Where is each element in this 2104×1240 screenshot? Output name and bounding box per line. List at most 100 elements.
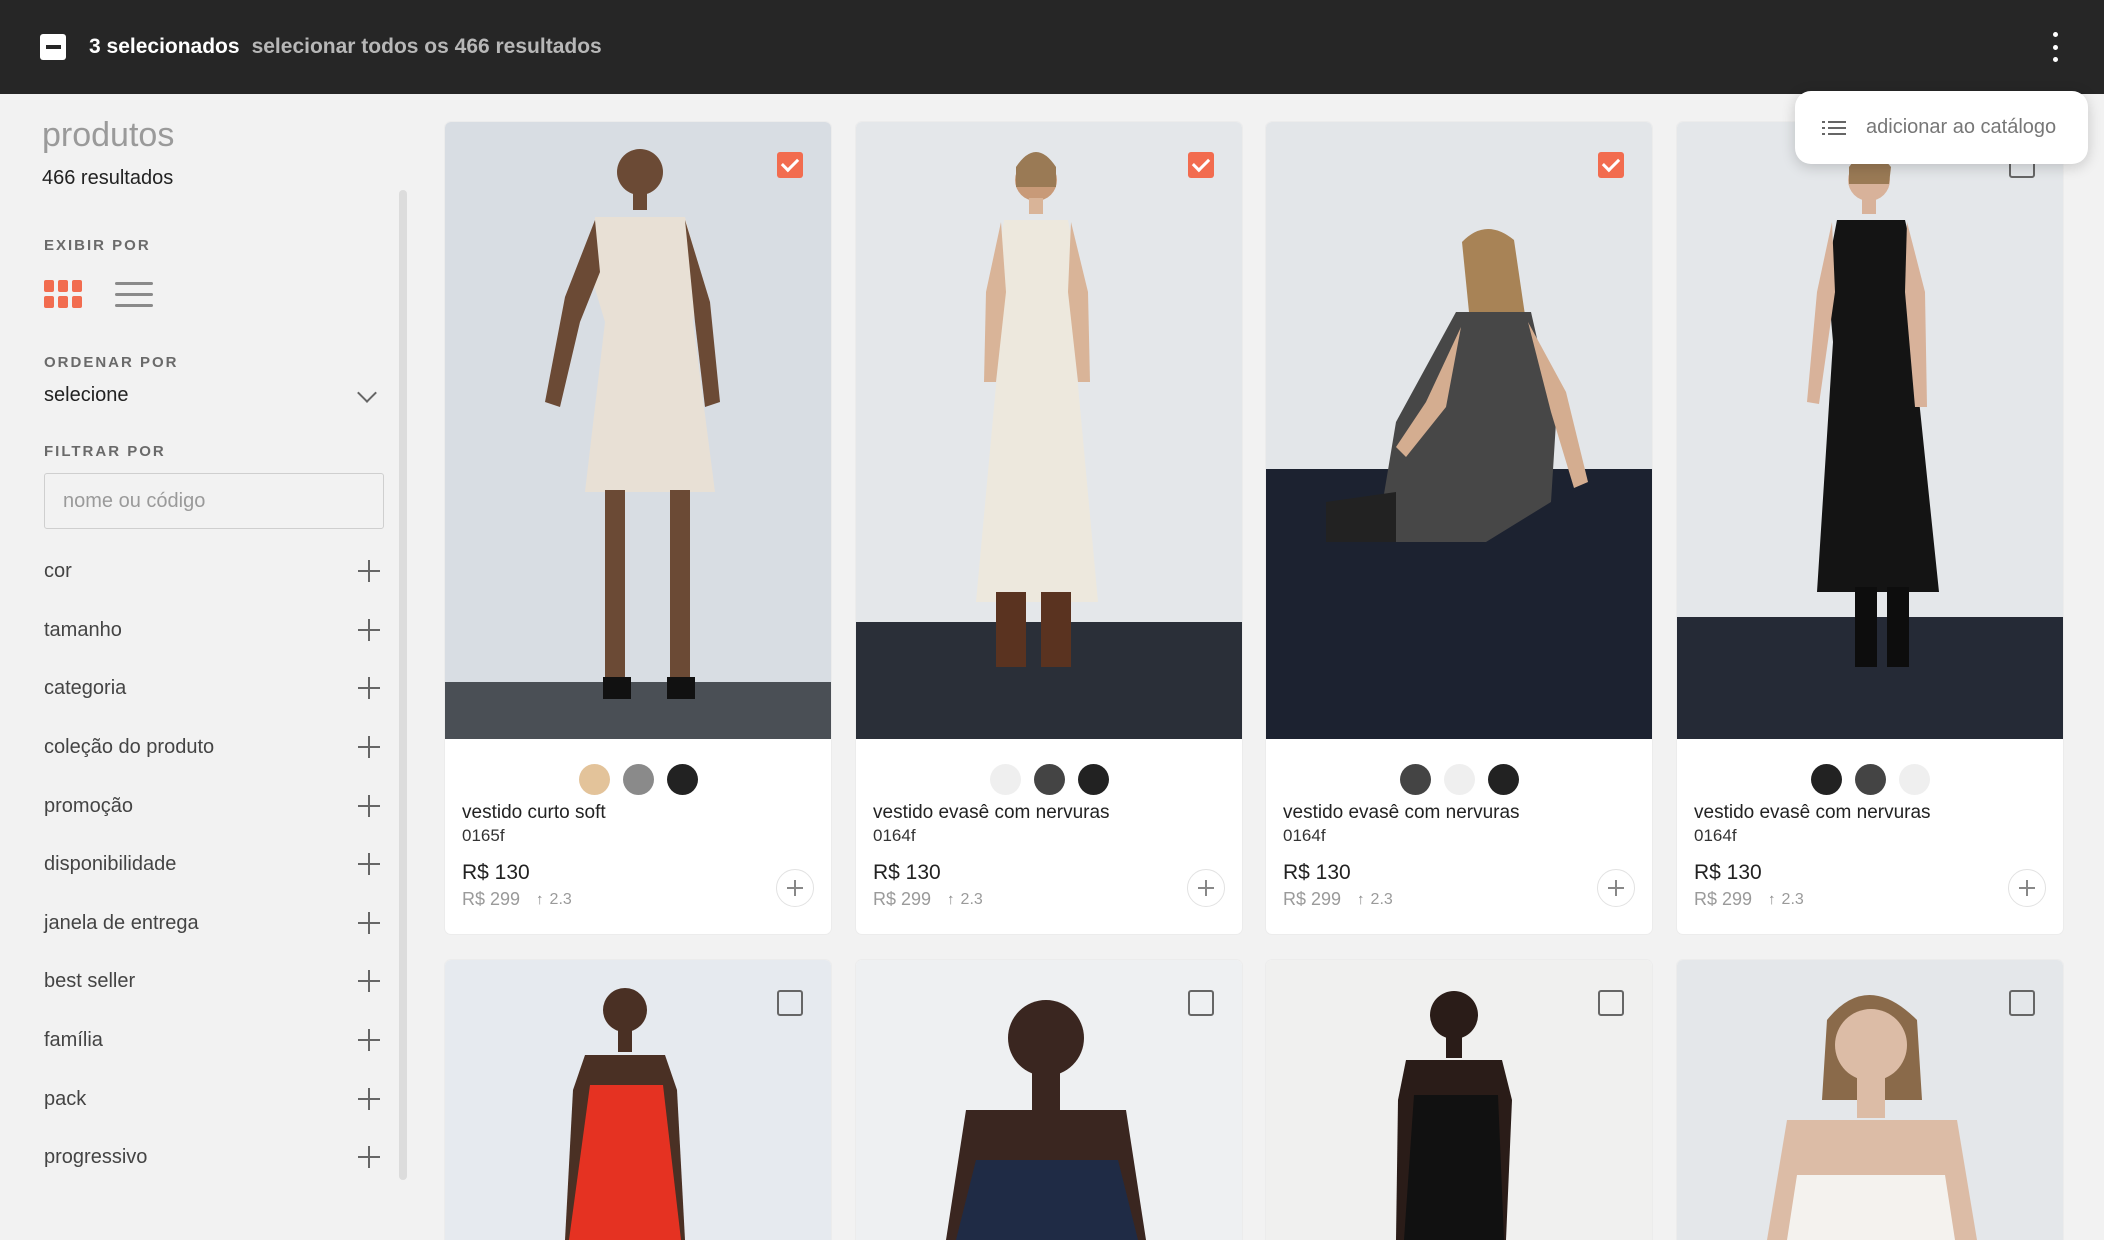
filter-label: família: [44, 1028, 103, 1051]
plus-icon: [787, 880, 803, 896]
product-image[interactable]: [1677, 960, 2063, 1240]
product-image[interactable]: [1266, 122, 1652, 739]
sidebar-scrollbar[interactable]: [399, 190, 407, 1180]
product-card[interactable]: [1266, 960, 1652, 1240]
product-name: vestido evasê com nervuras: [1283, 802, 1520, 823]
color-swatch[interactable]: [666, 764, 698, 795]
select-all-link[interactable]: selecionar todos os 466 resultados: [252, 35, 602, 59]
product-checkbox[interactable]: [1598, 990, 1624, 1016]
product-checkbox[interactable]: [1188, 152, 1214, 178]
arrow-up-icon: ↑: [1357, 891, 1365, 908]
add-product-button[interactable]: [2008, 869, 2046, 907]
filter-by-label: FILTRAR POR: [44, 443, 166, 460]
product-card[interactable]: [445, 960, 831, 1240]
product-old-price: R$ 299: [462, 889, 521, 909]
filter-label: disponibilidade: [44, 852, 177, 875]
filter-item-colecao[interactable]: coleção do produto: [44, 731, 380, 763]
product-name: vestido curto soft: [462, 802, 606, 823]
color-swatch[interactable]: [989, 764, 1021, 795]
filter-item-categoria[interactable]: categoria: [44, 672, 380, 704]
plus-icon: [2019, 880, 2035, 896]
arrow-up-icon: ↑: [947, 891, 955, 908]
product-code: 0164f: [1283, 826, 1326, 845]
filter-sidebar: produtos 466 resultados EXIBIR POR ORDEN…: [0, 94, 412, 1240]
view-by-label: EXIBIR POR: [44, 237, 151, 254]
add-product-button[interactable]: [1187, 869, 1225, 907]
product-card[interactable]: vestido curto soft 0165f R$ 130 R$ 299 ↑…: [445, 122, 831, 934]
product-price: R$ 130: [462, 861, 530, 884]
product-checkbox[interactable]: [2009, 990, 2035, 1016]
filter-item-tamanho[interactable]: tamanho: [44, 614, 380, 646]
color-swatch[interactable]: [1399, 764, 1431, 795]
product-price: R$ 130: [873, 861, 941, 884]
color-swatch[interactable]: [1810, 764, 1842, 795]
color-swatch[interactable]: [622, 764, 654, 795]
product-checkbox[interactable]: [777, 152, 803, 178]
more-options-icon[interactable]: [2048, 32, 2062, 62]
product-checkbox[interactable]: [1188, 990, 1214, 1016]
plus-icon: [358, 1029, 380, 1051]
filter-item-cor[interactable]: cor: [44, 555, 380, 587]
plus-icon: [358, 736, 380, 758]
color-swatch[interactable]: [1443, 764, 1475, 795]
product-checkbox[interactable]: [1598, 152, 1624, 178]
product-old-price-row: R$ 299 ↑ 2.3: [1283, 889, 1393, 910]
filter-item-familia[interactable]: família: [44, 1024, 380, 1056]
product-price: R$ 130: [1283, 861, 1351, 884]
filter-label: promoção: [44, 794, 133, 817]
filter-label: cor: [44, 559, 72, 582]
product-image[interactable]: [1266, 960, 1652, 1240]
product-image[interactable]: [445, 122, 831, 739]
product-card[interactable]: vestido evasê com nervuras 0164f R$ 130 …: [1677, 122, 2063, 934]
sort-select[interactable]: selecione: [44, 384, 129, 407]
filter-item-best-seller[interactable]: best seller: [44, 965, 380, 997]
plus-icon: [358, 619, 380, 641]
add-to-catalog-item[interactable]: adicionar ao catálogo: [1822, 116, 2056, 139]
filter-item-promocao[interactable]: promoção: [44, 790, 380, 822]
add-product-button[interactable]: [1597, 869, 1635, 907]
filter-item-progressivo[interactable]: progressivo: [44, 1141, 380, 1173]
result-count: 466 resultados: [42, 167, 174, 189]
color-swatch[interactable]: [1033, 764, 1065, 795]
chevron-down-icon[interactable]: [357, 383, 377, 403]
color-swatches: [1677, 764, 2063, 795]
product-price: R$ 130: [1694, 861, 1762, 884]
color-swatch[interactable]: [1898, 764, 1930, 795]
page-title: produtos: [42, 116, 175, 154]
product-card[interactable]: [1677, 960, 2063, 1240]
selection-bar: 3 selecionados selecionar todos os 466 r…: [0, 0, 2104, 94]
deselect-checkbox[interactable]: [40, 34, 66, 60]
product-card[interactable]: vestido evasê com nervuras 0164f R$ 130 …: [856, 122, 1242, 934]
filter-item-disponibilidade[interactable]: disponibilidade: [44, 848, 380, 880]
color-swatch[interactable]: [578, 764, 610, 795]
color-swatch[interactable]: [1854, 764, 1886, 795]
color-swatch[interactable]: [1487, 764, 1519, 795]
list-view-icon[interactable]: [115, 282, 153, 308]
product-trend: 2.3: [549, 890, 572, 908]
color-swatch[interactable]: [1077, 764, 1109, 795]
plus-icon: [1198, 880, 1214, 896]
add-product-button[interactable]: [776, 869, 814, 907]
product-old-price: R$ 299: [1283, 889, 1342, 909]
plus-icon: [1608, 880, 1624, 896]
product-card[interactable]: [856, 960, 1242, 1240]
arrow-up-icon: ↑: [536, 891, 544, 908]
search-input[interactable]: [44, 473, 384, 529]
filter-label: categoria: [44, 676, 127, 699]
filter-label: pack: [44, 1087, 87, 1110]
filter-item-pack[interactable]: pack: [44, 1083, 380, 1115]
product-image[interactable]: [1677, 122, 2063, 739]
product-image[interactable]: [856, 960, 1242, 1240]
product-checkbox[interactable]: [777, 990, 803, 1016]
plus-icon: [358, 1088, 380, 1110]
color-swatches: [1266, 764, 1652, 795]
grid-view-icon[interactable]: [44, 280, 82, 309]
plus-icon: [358, 1146, 380, 1168]
product-image[interactable]: [445, 960, 831, 1240]
filter-item-janela-de-entrega[interactable]: janela de entrega: [44, 907, 380, 939]
product-card[interactable]: vestido evasê com nervuras 0164f R$ 130 …: [1266, 122, 1652, 934]
plus-icon: [358, 677, 380, 699]
filter-label: tamanho: [44, 618, 122, 641]
product-image[interactable]: [856, 122, 1242, 739]
product-old-price-row: R$ 299 ↑ 2.3: [1694, 889, 1804, 910]
